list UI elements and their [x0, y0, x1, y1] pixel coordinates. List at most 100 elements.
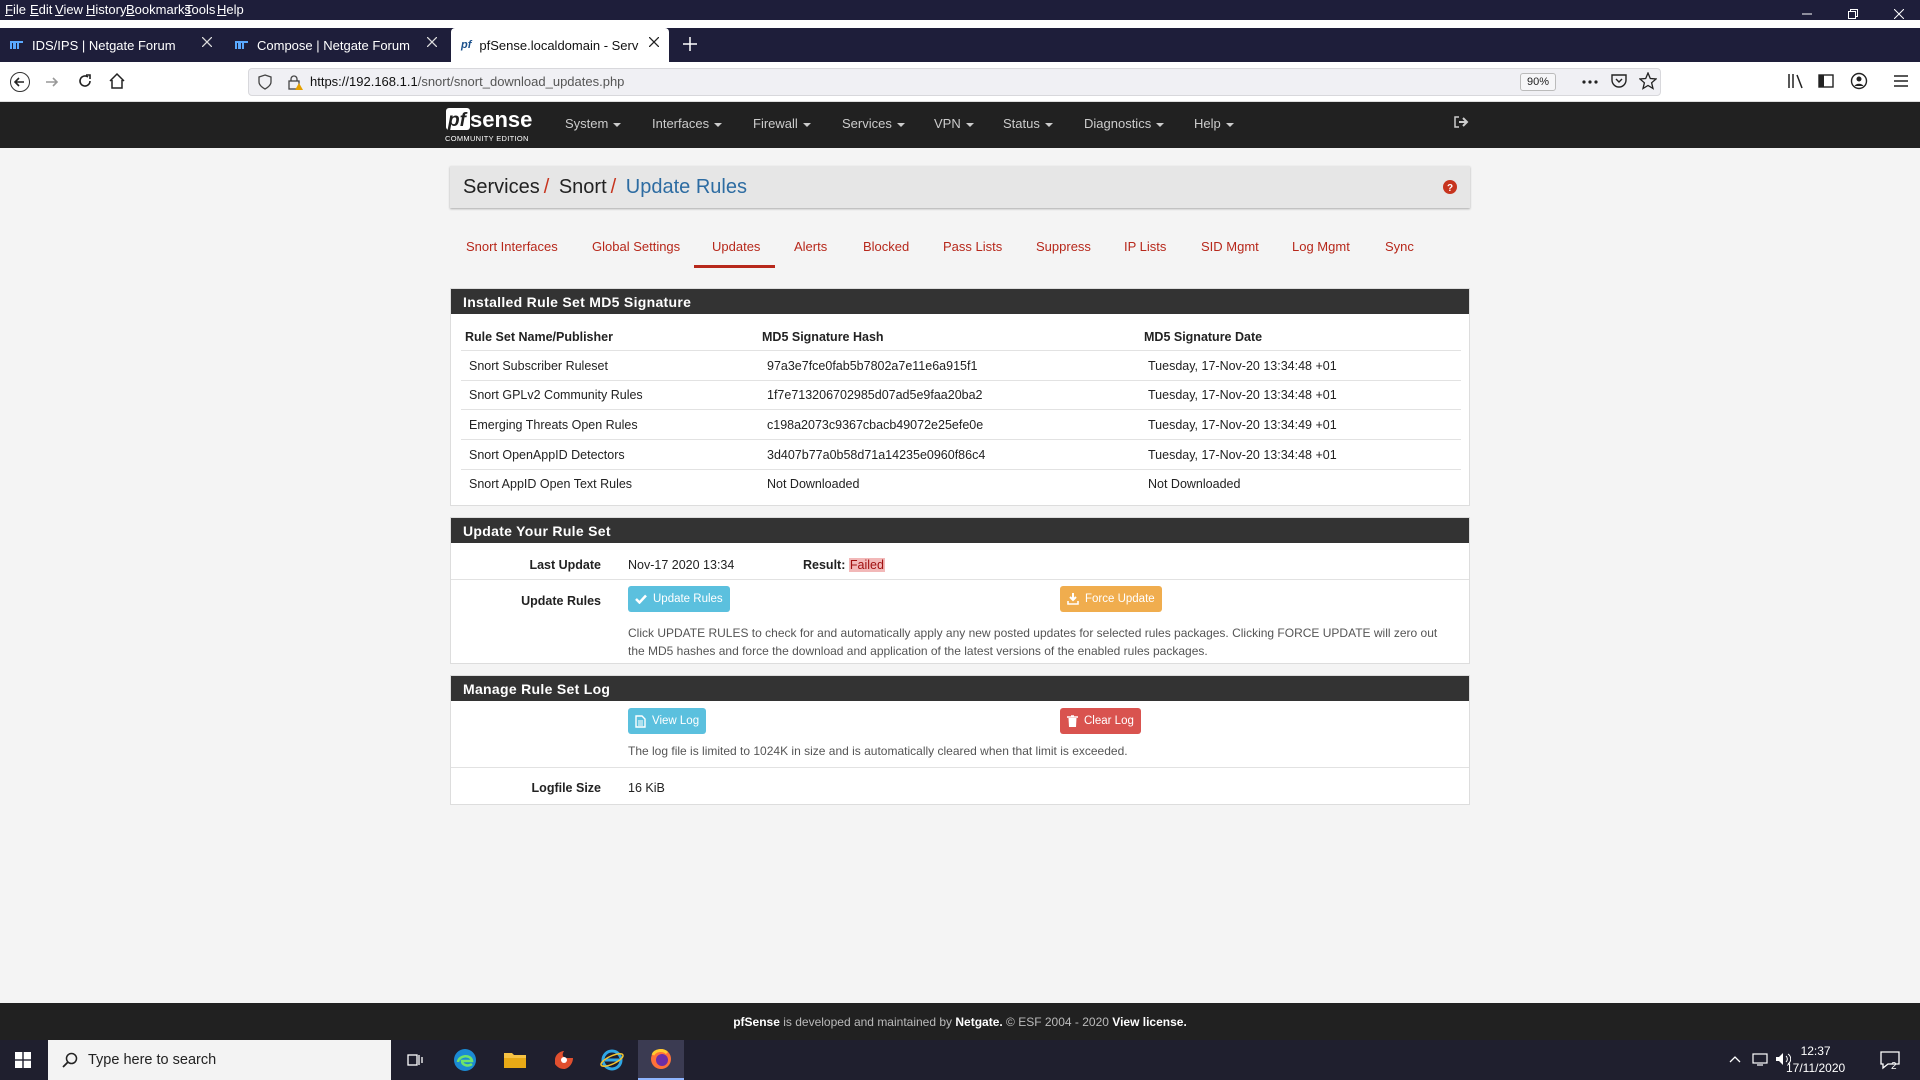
column-header: MD5 Signature Date	[1144, 330, 1263, 344]
task-view-icon[interactable]	[392, 1040, 438, 1080]
view-log-button[interactable]: View Log	[628, 708, 707, 734]
menu-file[interactable]: File	[5, 2, 26, 17]
footer-company-link[interactable]: Netgate.	[955, 1015, 1002, 1029]
url-text: https://192.168.1.1/snort/snort_download…	[310, 74, 625, 89]
breadcrumb-snort[interactable]: Snort	[559, 176, 607, 198]
nav-help[interactable]: Help	[1194, 116, 1234, 131]
download-icon	[1067, 593, 1085, 605]
tab-alerts[interactable]: Alerts	[794, 239, 827, 254]
menu-bookmarks[interactable]: Bookmarks	[126, 2, 191, 17]
md5-date: Tuesday, 17-Nov-20 13:34:48 +01	[1148, 388, 1337, 402]
network-icon[interactable]	[1752, 1052, 1768, 1066]
ruleset-name: Snort OpenAppID Detectors	[469, 448, 625, 462]
lock-warning-icon[interactable]	[287, 74, 303, 90]
last-update-value: Nov-17 2020 13:34	[628, 558, 735, 572]
tab-sync[interactable]: Sync	[1385, 239, 1414, 254]
forward-icon[interactable]	[44, 74, 60, 90]
nav-system[interactable]: System	[565, 116, 622, 131]
nav-interfaces[interactable]: Interfaces	[652, 116, 723, 131]
menu-view[interactable]: View	[55, 2, 83, 17]
logfile-size-value: 16 KiB	[628, 781, 665, 795]
back-icon[interactable]	[10, 72, 30, 92]
md5-hash: 97a3e7fce0fab5b7802a7e11e6a915f1	[767, 359, 978, 373]
log-help-text: The log file is limited to 1024K in size…	[628, 744, 1128, 758]
chevron-up-icon[interactable]	[1729, 1055, 1741, 1063]
help-question-icon[interactable]: ?	[1443, 180, 1457, 194]
md5-hash: Not Downloaded	[767, 477, 860, 491]
breadcrumb-current[interactable]: Update Rules	[626, 176, 747, 198]
tab-pass-lists[interactable]: Pass Lists	[943, 239, 1002, 254]
menu-edit[interactable]: Edit	[30, 2, 52, 17]
pfsense-logo[interactable]: pf sense COMMUNITY EDITION	[445, 106, 540, 144]
menu-help[interactable]: Help	[217, 2, 244, 17]
windows-start-icon[interactable]	[0, 1040, 46, 1080]
tab-updates[interactable]: Updates	[712, 239, 760, 254]
force-update-button[interactable]: Force Update	[1060, 586, 1162, 612]
edge-icon[interactable]	[442, 1040, 488, 1080]
md5-date: Tuesday, 17-Nov-20 13:34:48 +01	[1148, 359, 1337, 373]
tab-ids-forum[interactable]: IDS/IPS | Netgate Forum	[0, 28, 222, 62]
search-icon	[62, 1052, 78, 1068]
close-tab-icon[interactable]	[202, 37, 212, 47]
notification-icon[interactable]	[1880, 1050, 1900, 1070]
menu-tools[interactable]: Tools	[185, 2, 215, 17]
taskbar-search-box[interactable]: Type here to search	[48, 1040, 391, 1080]
update-rules-label: Update Rules	[521, 594, 601, 608]
tab-log-mgmt[interactable]: Log Mgmt	[1292, 239, 1350, 254]
clear-log-button[interactable]: Clear Log	[1060, 708, 1141, 734]
tab-suppress[interactable]: Suppress	[1036, 239, 1091, 254]
tab-global-settings[interactable]: Global Settings	[592, 239, 680, 254]
md5-hash: c198a2073c9367cbacb49072e25efe0e	[767, 418, 984, 432]
tab-label: Compose | Netgate Forum	[257, 37, 410, 53]
update-rules-button[interactable]: Update Rules	[628, 586, 730, 612]
nav-status[interactable]: Status	[1003, 116, 1053, 131]
logout-icon[interactable]	[1453, 115, 1469, 129]
internet-explorer-icon[interactable]	[589, 1040, 635, 1080]
help-line: Click UPDATE RULES to check for and auto…	[628, 626, 1438, 640]
update-ruleset-panel: Update Your Rule Set Last Update Nov-17 …	[450, 517, 1470, 664]
nav-vpn[interactable]: VPN	[934, 116, 974, 131]
minimize-button[interactable]	[1784, 0, 1830, 28]
view-license-link[interactable]: View license.	[1112, 1015, 1187, 1029]
breadcrumb: Services / Snort / Update Rules	[463, 176, 747, 199]
breadcrumb-separator: /	[610, 176, 617, 198]
tab-pfsense[interactable]: pf pfSense.localdomain - Services	[451, 28, 669, 62]
panel-title: Update Your Rule Set	[451, 518, 1469, 543]
md5-hash: 3d407b77a0b58d71a14235e0960f86c4	[767, 448, 986, 462]
sidebar-icon[interactable]	[1818, 73, 1834, 89]
close-tab-icon[interactable]	[649, 37, 659, 47]
close-tab-icon[interactable]	[427, 37, 437, 47]
menu-history[interactable]: History	[86, 2, 126, 17]
nav-firewall[interactable]: Firewall	[753, 116, 811, 131]
tab-compose-forum[interactable]: Compose | Netgate Forum	[225, 28, 447, 62]
nav-services[interactable]: Services	[842, 116, 905, 131]
hamburger-menu-icon[interactable]	[1893, 74, 1909, 88]
more-actions-icon[interactable]	[1582, 80, 1598, 84]
firefox-icon[interactable]	[638, 1040, 684, 1080]
nav-diagnostics[interactable]: Diagnostics	[1084, 116, 1165, 131]
tab-sid-mgmt[interactable]: SID Mgmt	[1201, 239, 1259, 254]
ruleset-name: Snort Subscriber Ruleset	[469, 359, 608, 373]
account-icon[interactable]	[1850, 72, 1868, 90]
system-clock[interactable]: 12:37 17/11/2020	[1786, 1043, 1845, 1077]
footer-text: © ESF 2004 - 2020	[1002, 1015, 1113, 1029]
shield-icon[interactable]	[258, 74, 272, 90]
result-value: Failed	[848, 558, 885, 572]
reload-icon[interactable]	[77, 73, 93, 89]
svg-text:sense: sense	[470, 107, 532, 132]
pocket-icon[interactable]	[1611, 73, 1627, 89]
close-window-button[interactable]	[1876, 0, 1920, 28]
file-explorer-icon[interactable]	[492, 1040, 538, 1080]
bookmark-star-icon[interactable]	[1639, 72, 1657, 90]
tab-ip-lists[interactable]: IP Lists	[1124, 239, 1166, 254]
zoom-indicator[interactable]: 90%	[1520, 73, 1556, 91]
library-icon[interactable]	[1787, 73, 1805, 89]
app-icon[interactable]	[541, 1040, 587, 1080]
clock-date: 17/11/2020	[1786, 1061, 1846, 1075]
tab-snort-interfaces[interactable]: Snort Interfaces	[466, 239, 558, 254]
restore-button[interactable]	[1830, 0, 1876, 28]
breadcrumb-services[interactable]: Services	[463, 176, 540, 198]
tab-blocked[interactable]: Blocked	[863, 239, 909, 254]
home-icon[interactable]	[108, 72, 126, 90]
new-tab-icon[interactable]	[682, 36, 698, 52]
